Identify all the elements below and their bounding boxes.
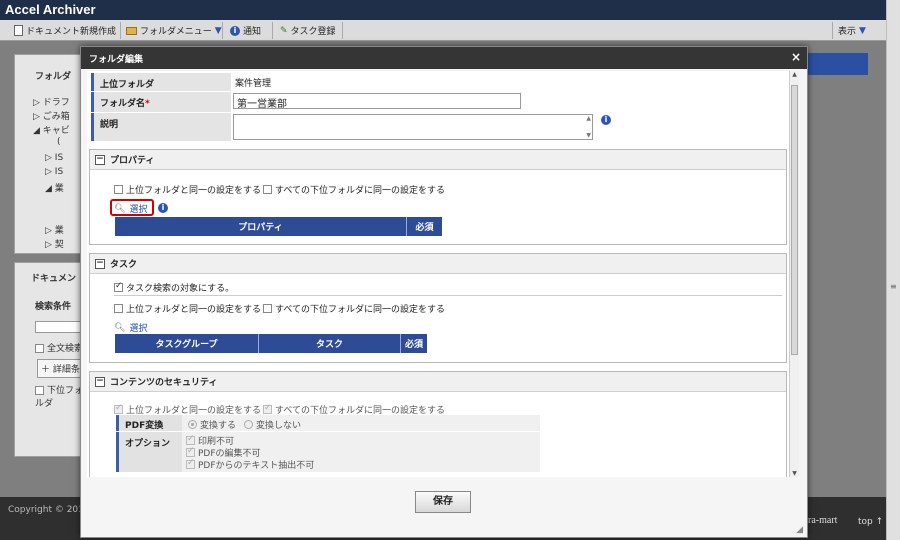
- chevron-down-icon: ▼: [859, 25, 866, 36]
- new-document-button[interactable]: ドキュメント新規作成: [14, 23, 116, 38]
- app-title: Accel Archiver: [0, 0, 886, 20]
- task-section-header[interactable]: − タスク: [90, 254, 786, 274]
- fulltext-checkbox[interactable]: 全文検索: [35, 341, 83, 354]
- close-icon[interactable]: ×: [791, 50, 801, 64]
- property-section-title: プロパティ: [110, 156, 155, 166]
- tree-item[interactable]: ▷ IS: [45, 167, 63, 177]
- folder-menu-label: フォルダメニュー: [140, 27, 212, 37]
- display-menu-button[interactable]: 表示 ▼: [838, 23, 866, 38]
- pdf-convert-off-radio[interactable]: 変換しない: [244, 418, 301, 431]
- description-label: 説明: [91, 113, 231, 141]
- task-select-link[interactable]: 🔍︎ 選択: [114, 321, 147, 335]
- folder-edit-dialog: フォルダ編集 × 上位フォルダ 案件管理 フォルダ名* 第一営業部 説明 ▲ ▼…: [80, 46, 808, 538]
- property-apply-children-checkbox[interactable]: すべての下位フォルダに同一の設定をする: [263, 183, 445, 196]
- tree-item[interactable]: ▷ 契: [45, 237, 64, 250]
- property-info-icon[interactable]: i: [158, 203, 168, 213]
- security-section-header[interactable]: − コンテンツのセキュリティ: [90, 372, 786, 392]
- tree-item[interactable]: (: [57, 137, 61, 147]
- notice-button[interactable]: i 通知: [230, 23, 261, 38]
- search-condition-label: 検索条件: [35, 302, 72, 312]
- task-table-header: タスクグループ タスク 必須: [115, 334, 427, 353]
- chevron-down-icon: ▼: [214, 25, 222, 36]
- security-section-title: コンテンツのセキュリティ: [110, 378, 218, 388]
- task-register-button[interactable]: ✎ タスク登録: [280, 23, 336, 38]
- dialog-titlebar[interactable]: フォルダ編集 ×: [81, 47, 807, 69]
- folder-icon: [126, 26, 137, 35]
- folder-menu-button[interactable]: フォルダメニュー ▼: [126, 23, 222, 38]
- folder-name-input[interactable]: 第一営業部: [233, 93, 521, 110]
- required-mark: *: [145, 99, 150, 109]
- page-scrollbar[interactable]: ≡: [886, 0, 900, 540]
- property-section-header[interactable]: − プロパティ: [90, 150, 786, 170]
- display-label: 表示: [838, 27, 857, 37]
- collapse-icon[interactable]: −: [95, 376, 105, 387]
- document-search-panel: ドキュメン 検索条件 全文検索 ＋ 詳細条 下位フォルダ: [14, 262, 86, 457]
- document-tab[interactable]: ドキュメン: [31, 271, 76, 284]
- resize-handle-icon[interactable]: ◢: [796, 525, 803, 535]
- description-info-icon[interactable]: i: [601, 115, 611, 125]
- security-section: − コンテンツのセキュリティ 上位フォルダと同一の設定をする すべての下位フォル…: [89, 371, 787, 477]
- notice-label: 通知: [243, 27, 262, 37]
- folder-panel-title: フォルダ: [35, 72, 72, 82]
- task-section-title: タスク: [110, 260, 138, 270]
- collapse-icon[interactable]: −: [95, 258, 105, 269]
- save-button[interactable]: 保存: [415, 491, 471, 513]
- collapse-icon[interactable]: −: [95, 154, 105, 165]
- new-document-label: ドキュメント新規作成: [26, 27, 117, 37]
- back-to-top-link[interactable]: top ↑: [858, 517, 883, 527]
- task-register-label: タスク登録: [290, 27, 336, 37]
- main-toolbar: ドキュメント新規作成 フォルダメニュー ▼ i 通知 ✎ タスク登録 表示 ▼: [0, 20, 886, 41]
- task-section: − タスク タスク検索の対象にする。 上位フォルダと同一の設定をする すべての下…: [89, 253, 787, 363]
- search-icon: 🔍︎: [114, 203, 126, 214]
- lower-folder-checkbox[interactable]: 下位フォルダ: [35, 383, 85, 409]
- dialog-title: フォルダ編集: [89, 55, 144, 65]
- col-property: プロパティ: [115, 217, 407, 236]
- dialog-footer: 保存 ◢: [81, 479, 807, 537]
- tree-item[interactable]: ▷ IS: [45, 153, 63, 163]
- col-task: タスク: [259, 334, 401, 353]
- parent-folder-label: 上位フォルダ: [91, 73, 231, 91]
- parent-folder-value: 案件管理: [235, 79, 272, 89]
- search-icon: 🔍︎: [114, 322, 126, 333]
- pen-icon: ✎: [280, 25, 288, 36]
- pdf-convert-label: PDF変換: [116, 415, 182, 431]
- background-blue-bar: [806, 53, 868, 75]
- tree-item[interactable]: ▷ 業: [45, 223, 64, 236]
- property-select-link[interactable]: 🔍︎ 選択: [114, 202, 147, 216]
- folder-name-label: フォルダ名*: [91, 92, 231, 112]
- dialog-scrollbar-thumb[interactable]: [791, 85, 798, 355]
- tree-item[interactable]: ▷ ごみ箱: [33, 109, 70, 122]
- tree-item[interactable]: ◢ キャビ: [33, 123, 70, 136]
- task-same-parent-checkbox[interactable]: 上位フォルダと同一の設定をする: [114, 302, 261, 315]
- dialog-body: 上位フォルダ 案件管理 フォルダ名* 第一営業部 説明 ▲ ▼ i − プロパテ…: [87, 71, 789, 477]
- option-label: オプション: [116, 432, 182, 472]
- dialog-scrollbar[interactable]: ▲ ▼: [789, 71, 799, 477]
- footer-logo: ra-mart: [808, 515, 838, 526]
- tree-item[interactable]: ▷ ドラフ: [33, 95, 70, 108]
- task-search-target-checkbox[interactable]: タスク検索の対象にする。: [114, 281, 234, 294]
- search-input[interactable]: [35, 321, 83, 333]
- document-icon: [14, 25, 23, 36]
- folder-panel: フォルダ ▷ ドラフ ▷ ごみ箱 ◢ キャビ ( ▷ IS ▷ IS ◢ 業 ▷…: [14, 54, 86, 254]
- description-textarea[interactable]: ▲ ▼: [233, 114, 593, 140]
- col-required: 必須: [404, 340, 423, 350]
- info-icon: i: [230, 25, 240, 36]
- property-section: − プロパティ 上位フォルダと同一の設定をする すべての下位フォルダに同一の設定…: [89, 149, 787, 245]
- col-task-group: タスクグループ: [115, 334, 259, 353]
- property-table-header: プロパティ 必須: [115, 217, 442, 236]
- property-same-parent-checkbox[interactable]: 上位フォルダと同一の設定をする: [114, 183, 261, 196]
- detail-button[interactable]: ＋ 詳細条: [37, 359, 84, 378]
- option-no-text-extract-checkbox[interactable]: PDFからのテキスト抽出不可: [186, 458, 314, 471]
- col-required: 必須: [415, 223, 434, 233]
- pdf-convert-on-radio[interactable]: 変換する: [188, 418, 236, 431]
- tree-item[interactable]: ◢ 業: [45, 181, 64, 194]
- task-apply-children-checkbox[interactable]: すべての下位フォルダに同一の設定をする: [263, 302, 445, 315]
